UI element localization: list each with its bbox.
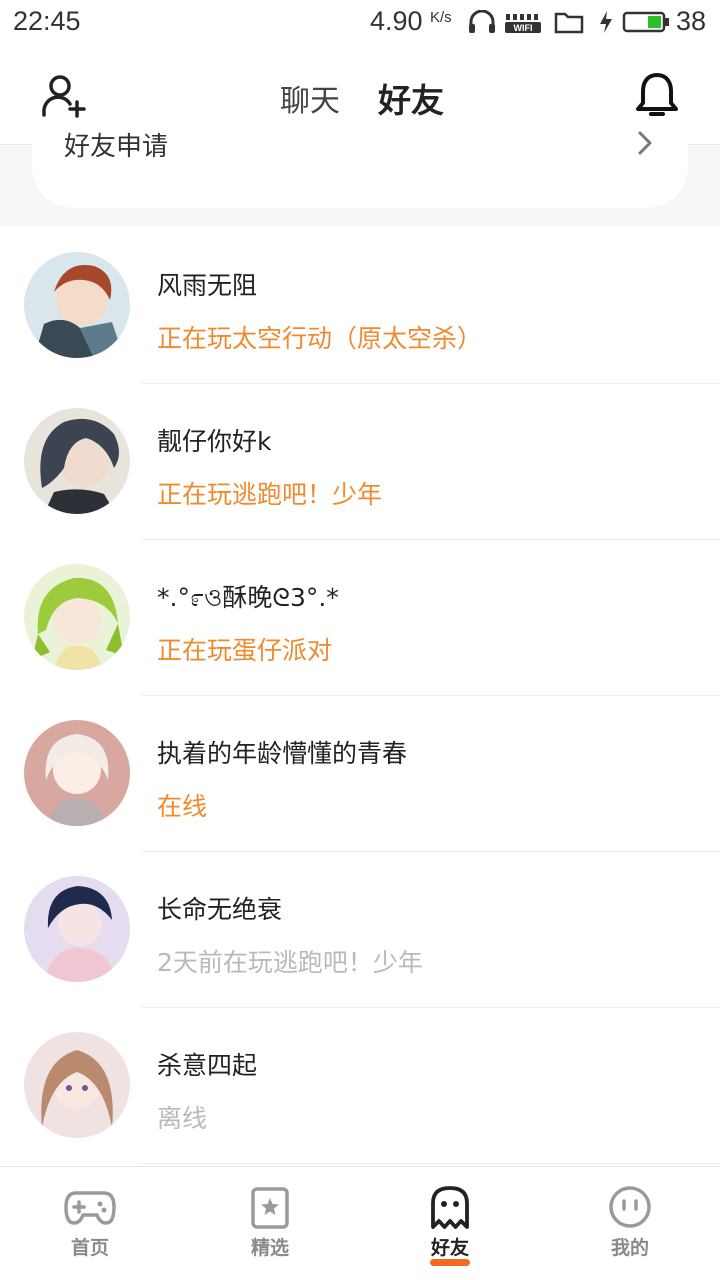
- friend-status: 正在玩逃跑吧！少年: [157, 480, 383, 509]
- face-icon: [609, 1186, 651, 1228]
- friend-status: 正在玩蛋仔派对: [157, 636, 333, 665]
- divider: [142, 1163, 720, 1164]
- network-speed-unit: K/s: [430, 9, 452, 26]
- avatar[interactable]: [24, 720, 130, 826]
- nav-label: 精选: [250, 1237, 289, 1259]
- avatar-image: [24, 720, 130, 826]
- tab-friends[interactable]: 好友: [378, 74, 444, 122]
- friend-name: 执着的年龄懵懂的青春: [157, 739, 408, 768]
- avatar[interactable]: [24, 1032, 130, 1138]
- friend-name: *.°೯ও酥晚ᘓ3°.*: [157, 583, 339, 612]
- status-bar: 22:45 4.90 K/s WIFI 38: [0, 0, 720, 44]
- friend-request-label: 好友申请: [64, 132, 169, 162]
- friend-request-button[interactable]: 好友申请: [32, 126, 688, 208]
- folder-icon: [554, 12, 584, 34]
- notifications-button[interactable]: [633, 70, 681, 120]
- battery-icon: [622, 11, 669, 33]
- avatar[interactable]: [24, 252, 130, 358]
- friend-row[interactable]: 风雨无阻 正在玩太空行动（原太空杀）: [0, 228, 720, 384]
- avatar[interactable]: [24, 876, 130, 982]
- friend-row[interactable]: *.°೯ও酥晚ᘓ3°.* 正在玩蛋仔派对: [0, 540, 720, 696]
- friend-row[interactable]: 杀意四起 离线: [0, 1008, 720, 1164]
- nav-mine[interactable]: 我的: [570, 1167, 690, 1280]
- chevron-right-icon: [638, 131, 652, 155]
- bottom-navigation: 首页 精选 好友 我的: [0, 1166, 720, 1280]
- network-speed: 4.90: [370, 6, 423, 36]
- bell-icon: [636, 73, 678, 116]
- add-user-icon: [42, 75, 86, 118]
- ghost-icon: [431, 1186, 469, 1229]
- friend-status: 在线: [157, 792, 208, 821]
- nav-label: 好友: [430, 1237, 469, 1259]
- nav-home[interactable]: 首页: [30, 1167, 150, 1280]
- avatar-image: [24, 1032, 130, 1138]
- battery-percent: 38: [676, 6, 707, 36]
- friend-row[interactable]: 靓仔你好k 正在玩逃跑吧！少年: [0, 384, 720, 540]
- friend-name: 杀意四起: [157, 1051, 258, 1080]
- avatar-image: [24, 408, 130, 514]
- avatar-image: [24, 876, 130, 982]
- avatar-image: [24, 564, 130, 670]
- nav-label: 我的: [610, 1237, 649, 1259]
- friend-status: 正在玩太空行动（原太空杀）: [157, 324, 483, 353]
- friend-name: 长命无绝衰: [157, 895, 283, 924]
- wifi-icon: WIFI: [505, 14, 541, 33]
- charging-bolt-icon: [600, 11, 612, 33]
- nav-friends[interactable]: 好友: [390, 1167, 510, 1280]
- add-friend-button[interactable]: [40, 72, 88, 120]
- avatar[interactable]: [24, 564, 130, 670]
- avatar[interactable]: [24, 408, 130, 514]
- status-time: 22:45: [13, 6, 81, 36]
- friend-name: 风雨无阻: [157, 271, 258, 300]
- tab-chat[interactable]: 聊天: [280, 76, 340, 120]
- friend-row[interactable]: 长命无绝衰 2天前在玩逃跑吧！少年: [0, 852, 720, 1008]
- friend-status: 离线: [157, 1104, 208, 1133]
- nav-label: 首页: [70, 1237, 109, 1259]
- nav-featured[interactable]: 精选: [210, 1167, 330, 1280]
- avatar-image: [24, 252, 130, 358]
- star-bookmark-icon: [251, 1187, 289, 1229]
- nav-active-indicator: [430, 1259, 470, 1266]
- friend-status: 2天前在玩逃跑吧！少年: [157, 948, 423, 977]
- friend-row[interactable]: 执着的年龄懵懂的青春 在线: [0, 696, 720, 852]
- friend-request-area: 好友申请: [0, 126, 720, 226]
- headphones-icon: [469, 10, 495, 33]
- wifi-label: WIFI: [514, 23, 533, 33]
- gamepad-icon: [64, 1191, 116, 1225]
- friend-name: 靓仔你好k: [157, 427, 272, 456]
